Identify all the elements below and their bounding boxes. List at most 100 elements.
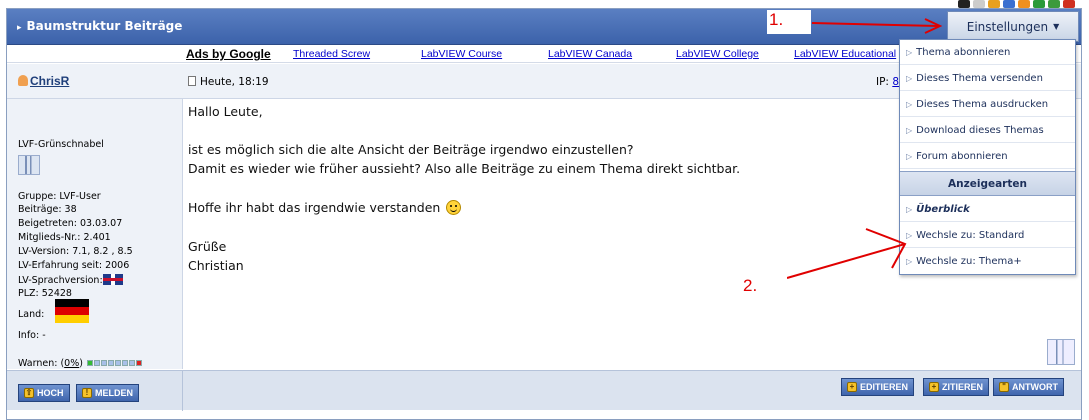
username-text: ChrisR — [30, 74, 70, 88]
post-ip: IP: 8 — [876, 76, 899, 88]
melden-label: MELDEN — [95, 388, 133, 398]
uk-flag-icon — [102, 274, 123, 285]
menu-item-label: Thema abonnieren — [916, 46, 1011, 58]
user-group: Gruppe: LVF-User — [18, 191, 101, 202]
user-lv-language: LV-Sprachversion: — [18, 274, 123, 286]
toolbar-icon[interactable] — [1033, 0, 1045, 8]
menu-section-anzeigearten: Anzeigearten — [900, 171, 1075, 196]
menu-item-thema-abonnieren[interactable]: ▷ Thema abonnieren — [900, 40, 1075, 65]
warn-level-icon — [115, 360, 121, 366]
post-date-text: Heute, 18:19 — [200, 76, 269, 88]
triangle-right-icon: ▷ — [906, 151, 913, 161]
annotation-step-2: 2. — [741, 276, 787, 300]
user-info-panel: LVF-Grünschnabel Gruppe: LVF-User Beiträ… — [7, 99, 183, 369]
menu-item-label: Download dieses Themas — [916, 124, 1044, 136]
editieren-label: EDITIEREN — [860, 382, 909, 392]
user-lv-version: LV-Version: 7.1, 8.2 , 8.5 — [18, 246, 133, 257]
post-greeting: Hallo Leute, — [188, 104, 263, 119]
hoch-button[interactable]: ⇧ HOCH — [18, 384, 70, 402]
menu-item-label: Dieses Thema ausdrucken — [916, 98, 1049, 110]
warn-level-icon — [87, 360, 93, 366]
zitieren-label: ZITIEREN — [942, 382, 984, 392]
user-country: Land: — [18, 309, 45, 320]
warn-level-icon — [136, 360, 142, 366]
post-closing: Grüße — [188, 239, 227, 254]
germany-flag-icon — [55, 299, 89, 323]
browser-toolbar-icons — [958, 0, 1075, 8]
alert-icon: ! — [82, 388, 92, 398]
menu-item-label: Forum abonnieren — [916, 150, 1008, 162]
lv-language-label: LV-Sprachversion: — [18, 275, 103, 286]
toolbar-icon[interactable] — [973, 0, 985, 8]
triangle-right-icon: ▷ — [906, 47, 913, 57]
warn-label: Warnen: ( — [18, 358, 65, 369]
warn-level-icon — [94, 360, 100, 366]
user-info: Info: - — [18, 330, 46, 341]
user-posts: Beiträge: 38 — [18, 204, 77, 215]
ad-link[interactable]: Threaded Screw — [293, 48, 370, 60]
menu-item-thema-versenden[interactable]: ▷ Dieses Thema versenden — [900, 66, 1075, 91]
post-signature: Christian — [188, 258, 244, 273]
warn-value[interactable]: 0% — [64, 358, 79, 369]
user-plz: PLZ: 52428 — [18, 288, 72, 299]
toolbar-icon[interactable] — [1003, 0, 1015, 8]
menu-item-forum-abonnieren[interactable]: ▷ Forum abonnieren — [900, 144, 1075, 169]
triangle-right-icon: ▷ — [906, 257, 913, 266]
user-member-no: Mitglieds-Nr.: 2.401 — [18, 232, 111, 243]
arrow-right-icon: ▸ — [17, 23, 22, 33]
warn-level-icon — [129, 360, 135, 366]
warn-level-icon — [101, 360, 107, 366]
document-icon — [188, 76, 196, 86]
user-warnings: Warnen: (0%) — [18, 358, 142, 369]
ads-title[interactable]: Ads by Google — [186, 47, 271, 61]
settings-dropdown-menu: ▷ Thema abonnieren ▷ Dieses Thema versende… — [899, 39, 1076, 275]
ip-link[interactable]: 8 — [892, 76, 899, 88]
toolbar-icon[interactable] — [988, 0, 1000, 8]
zitieren-button[interactable]: + ZITIEREN — [923, 378, 990, 396]
antwort-button[interactable]: " ANTWORT — [993, 378, 1064, 396]
warn-level-icon — [122, 360, 128, 366]
user-rank: LVF-Grünschnabel — [18, 139, 104, 150]
chevron-down-icon: ▼ — [1053, 22, 1060, 31]
menu-item-thema-ausdrucken[interactable]: ▷ Dieses Thema ausdrucken — [900, 92, 1075, 117]
triangle-right-icon: ▷ — [906, 125, 913, 135]
antwort-label: ANTWORT — [1012, 382, 1058, 392]
toolbar-icon[interactable] — [1018, 0, 1030, 8]
thread-title: ▸ Baumstruktur Beiträge — [17, 19, 182, 33]
toolbar-icon[interactable] — [958, 0, 970, 8]
editieren-button[interactable]: + EDITIEREN — [841, 378, 915, 396]
menu-item-download-thema[interactable]: ▷ Download dieses Themas — [900, 118, 1075, 143]
settings-button[interactable]: Einstellungen ▼ — [947, 11, 1079, 42]
user-icon — [18, 75, 28, 86]
triangle-right-icon: ▷ — [906, 204, 913, 214]
menu-item-ueberblick[interactable]: ▷ Überblick — [900, 197, 1075, 222]
ip-label: IP: — [876, 76, 889, 88]
post-footer: ⇧ HOCH ! MELDEN + EDITIEREN + ZITIEREN " ANTW… — [7, 370, 1081, 411]
warn-level-icon — [108, 360, 114, 366]
annotation-step-1: 1. — [767, 10, 811, 34]
hoch-label: HOCH — [37, 388, 64, 398]
arrow-up-icon: ⇧ — [24, 388, 34, 398]
toolbar-icon[interactable] — [1048, 0, 1060, 8]
menu-item-label: Dieses Thema versenden — [916, 72, 1043, 84]
user-lv-experience: LV-Erfahrung seit: 2006 — [18, 260, 130, 271]
post-date: Heute, 18:19 — [188, 76, 269, 88]
triangle-right-icon: ▷ — [906, 230, 913, 240]
ad-link[interactable]: LabVIEW Canada — [548, 48, 632, 60]
smiley-icon — [446, 200, 462, 215]
signature-image — [1047, 339, 1075, 365]
ad-link[interactable]: LabVIEW Course — [421, 48, 502, 60]
menu-item-label: Wechsle zu: Standard — [916, 229, 1025, 241]
post-line: Damit es wieder wie früher aussieht? Als… — [188, 161, 741, 176]
toolbar-icon[interactable] — [1063, 0, 1075, 8]
triangle-right-icon: ▷ — [906, 99, 913, 109]
username-link[interactable]: ChrisR — [18, 74, 69, 88]
menu-item-thema-plus[interactable]: ▷ Wechsle zu: Thema+ — [900, 249, 1075, 274]
melden-button[interactable]: ! MELDEN — [76, 384, 139, 402]
ad-link[interactable]: LabVIEW College — [676, 48, 759, 60]
post-line: Hoffe ihr habt das irgendwie verstanden — [188, 200, 462, 215]
thread-title-text: Baumstruktur Beiträge — [26, 19, 183, 33]
menu-item-label: Wechsle zu: Thema+ — [916, 256, 1022, 267]
ad-link[interactable]: LabVIEW Educational — [794, 48, 896, 60]
menu-item-standard[interactable]: ▷ Wechsle zu: Standard — [900, 223, 1075, 248]
